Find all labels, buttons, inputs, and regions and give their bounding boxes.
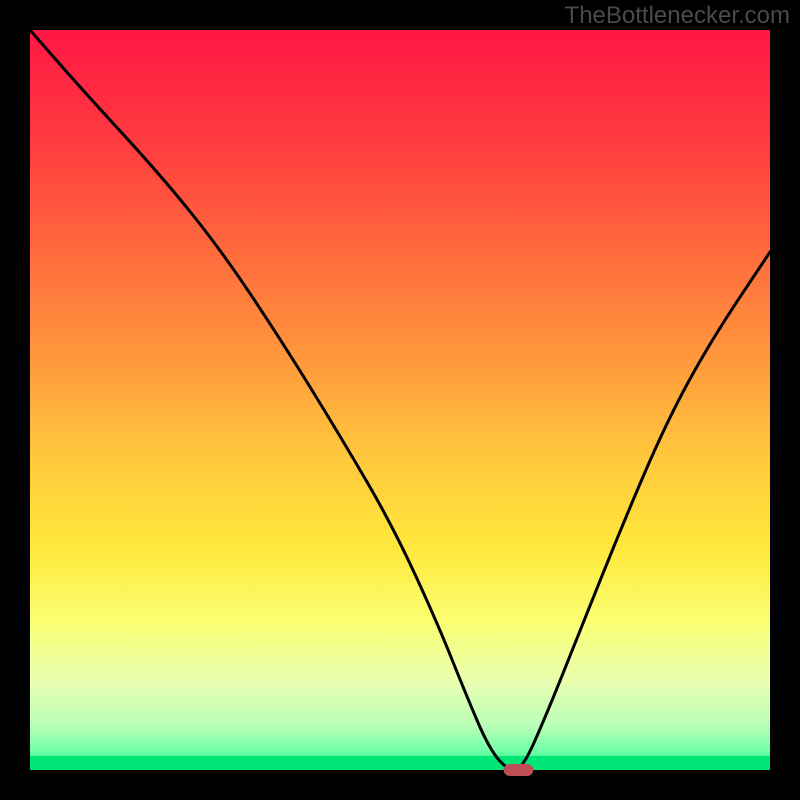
bottleneck-chart [0, 0, 800, 800]
plot-background [30, 30, 770, 770]
watermark-text: TheBottlenecker.com [565, 2, 790, 30]
plot-baseline-band [30, 756, 770, 770]
optimum-marker [504, 764, 534, 776]
chart-frame: TheBottlenecker.com [0, 0, 800, 800]
